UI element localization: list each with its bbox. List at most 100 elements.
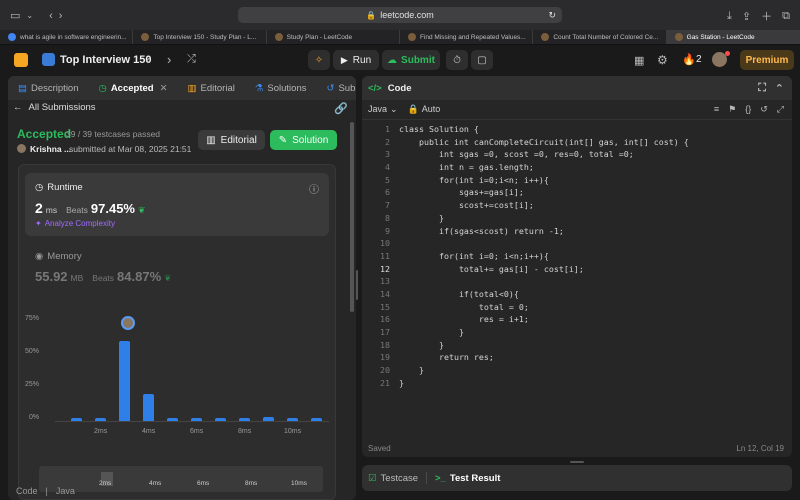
tab-test-result[interactable]: >_ Test Result <box>435 473 500 484</box>
chart-bar[interactable] <box>191 418 202 421</box>
premium-button[interactable]: Premium <box>740 50 794 70</box>
code-line[interactable]: } <box>399 378 689 391</box>
expand-icon[interactable]: ⛶ <box>758 82 766 95</box>
auto-mode[interactable]: 🔒 Auto <box>408 104 441 115</box>
code-content[interactable]: class Solution { public int canCompleteC… <box>399 124 689 390</box>
code-line[interactable]: sgas+=gas[i]; <box>399 187 689 200</box>
sparkle-icon: ✦ <box>35 219 42 228</box>
bookmark-icon[interactable]: ⚑ <box>728 104 736 115</box>
code-line[interactable]: for(int i=0; i<n;i++){ <box>399 251 689 264</box>
browser-tab[interactable]: Count Total Number of Colored Ce... <box>533 30 667 44</box>
browser-tab[interactable]: Study Plan - LeetCode <box>267 30 400 44</box>
solution-button[interactable]: ✎ Solution <box>270 130 337 150</box>
code-line[interactable]: } <box>399 365 689 378</box>
sidebar-icon[interactable]: ▭ <box>10 9 20 22</box>
chevron-down-icon[interactable]: ⌄ <box>26 9 33 22</box>
runtime-card[interactable]: ◷ Runtime ⓘ 2 ms Beats 97.45% ❦ ✦ Analyze … <box>25 173 329 236</box>
browser-tab[interactable]: Find Missing and Repeated Values... <box>400 30 534 44</box>
next-icon[interactable]: › <box>167 52 171 67</box>
left-scrollbar[interactable] <box>350 122 354 312</box>
code-line[interactable] <box>399 276 689 289</box>
code-line[interactable]: int sgas =0, scost =0, res=0, total =0; <box>399 149 689 162</box>
all-submissions-link[interactable]: ← All Submissions <box>13 102 96 113</box>
chart-bar[interactable] <box>287 418 298 421</box>
run-button[interactable]: ▶ Run <box>333 50 379 70</box>
fire-icon[interactable]: 🔥 <box>682 53 696 66</box>
braces-icon[interactable]: {} <box>745 104 751 115</box>
study-plan-icon[interactable] <box>42 53 55 66</box>
gear-icon[interactable]: ⚙ <box>657 53 668 67</box>
submit-button[interactable]: ☁ Submit <box>382 50 440 70</box>
leetcode-icon <box>141 33 150 41</box>
code-line[interactable]: total+= gas[i] - cost[i]; <box>399 264 689 277</box>
tab-overview-icon[interactable]: ⧉ <box>782 8 790 24</box>
runtime-distribution-chart[interactable]: 75% 50% 25% 0% 2ms 4ms 6ms 8ms 10ms <box>19 305 337 440</box>
code-line[interactable]: int n = gas.length; <box>399 162 689 175</box>
reset-icon[interactable]: ↺ <box>760 104 768 115</box>
user-marker-avatar[interactable] <box>121 316 135 330</box>
code-line[interactable]: class Solution { <box>399 124 689 137</box>
code-line[interactable] <box>399 238 689 251</box>
user-name[interactable]: Krishna ... <box>30 144 71 154</box>
browser-tab-active[interactable]: Gas Station - LeetCode <box>666 30 800 44</box>
info-icon[interactable]: ⓘ <box>309 181 319 196</box>
chart-bar[interactable] <box>119 341 130 421</box>
page-title[interactable]: Top Interview 150 <box>60 54 152 66</box>
tab-accepted[interactable]: ◷ Accepted ✕ <box>95 83 172 94</box>
editorial-button[interactable]: ▥ Editorial <box>198 130 265 150</box>
prev-icon[interactable]: ‹ <box>146 52 150 67</box>
debug-button[interactable]: ✧ <box>308 50 330 70</box>
new-tab-icon[interactable]: ＋ <box>761 8 772 24</box>
chart-bar[interactable] <box>167 418 178 421</box>
tab-testcase[interactable]: ☑ Testcase <box>368 473 418 484</box>
chart-bar[interactable] <box>263 417 274 421</box>
shuffle-icon[interactable]: ⤮ <box>187 53 196 66</box>
close-icon[interactable]: ✕ <box>160 83 168 94</box>
leetcode-logo-icon[interactable] <box>14 53 28 67</box>
analyze-complexity-link[interactable]: ✦ Analyze Complexity <box>35 219 115 228</box>
chart-bar[interactable] <box>311 418 322 421</box>
code-editor[interactable]: 1 2 3 4 5 6 7 8 9 10 11 12 13 14 15 16 17 18 19 20 21 class … <box>362 124 792 434</box>
timer-button[interactable]: ⏱ <box>446 50 468 70</box>
code-line[interactable]: scost+=cost[i]; <box>399 200 689 213</box>
download-icon[interactable]: ⤓ <box>727 8 732 24</box>
user-avatar[interactable] <box>17 144 26 153</box>
code-line[interactable]: for(int i=0;i<n; i++){ <box>399 175 689 188</box>
code-line[interactable]: total = 0; <box>399 302 689 315</box>
tab-editorial[interactable]: ▥ Editorial <box>184 83 239 94</box>
code-line[interactable]: public int canCompleteCircuit(int[] gas,… <box>399 137 689 150</box>
back-icon[interactable]: ‹ <box>49 9 53 22</box>
range-selector[interactable]: 2ms 4ms 6ms 8ms 10ms <box>39 466 323 492</box>
notes-button[interactable]: ▢ <box>471 50 493 70</box>
layout-icon[interactable]: ▦ <box>634 54 644 67</box>
code-line[interactable]: if(sgas<scost) return -1; <box>399 226 689 239</box>
address-bar[interactable]: 🔒 leetcode.com ↻ <box>238 7 562 23</box>
chart-bar[interactable] <box>71 418 82 421</box>
code-line[interactable]: } <box>399 340 689 353</box>
code-line[interactable]: res = i+1; <box>399 314 689 327</box>
chart-bar[interactable] <box>215 418 226 421</box>
tab-solutions[interactable]: ⚗ Solutions <box>251 83 311 94</box>
format-icon[interactable]: ≡ <box>714 104 719 115</box>
chart-bar[interactable] <box>143 394 154 421</box>
horizontal-splitter[interactable] <box>570 461 584 463</box>
panel-splitter[interactable] <box>356 270 358 300</box>
forward-icon[interactable]: › <box>59 9 63 22</box>
url-text: leetcode.com <box>380 10 434 20</box>
tab-description[interactable]: ▤ Description <box>14 83 83 94</box>
code-line[interactable]: if(total<0){ <box>399 289 689 302</box>
reload-icon[interactable]: ↻ <box>548 10 556 21</box>
code-line[interactable]: return res; <box>399 352 689 365</box>
chart-bar[interactable] <box>95 418 106 421</box>
language-select[interactable]: Java ⌄ <box>368 104 398 115</box>
fullscreen-icon[interactable]: ⤢ <box>777 104 784 115</box>
browser-tab[interactable]: what is agile in software engineerin... <box>0 30 134 44</box>
browser-tab[interactable]: Top Interview 150 - Study Plan - L... <box>133 30 267 44</box>
code-line[interactable]: } <box>399 327 689 340</box>
share-icon[interactable]: ⇪ <box>742 8 751 24</box>
code-line[interactable]: } <box>399 213 689 226</box>
tab-submissions[interactable]: ↺Submissions <box>322 83 356 94</box>
chart-bar[interactable] <box>239 418 250 421</box>
link-icon[interactable]: 🔗 <box>334 102 348 115</box>
chevron-up-icon[interactable]: ⌃ <box>775 82 784 95</box>
